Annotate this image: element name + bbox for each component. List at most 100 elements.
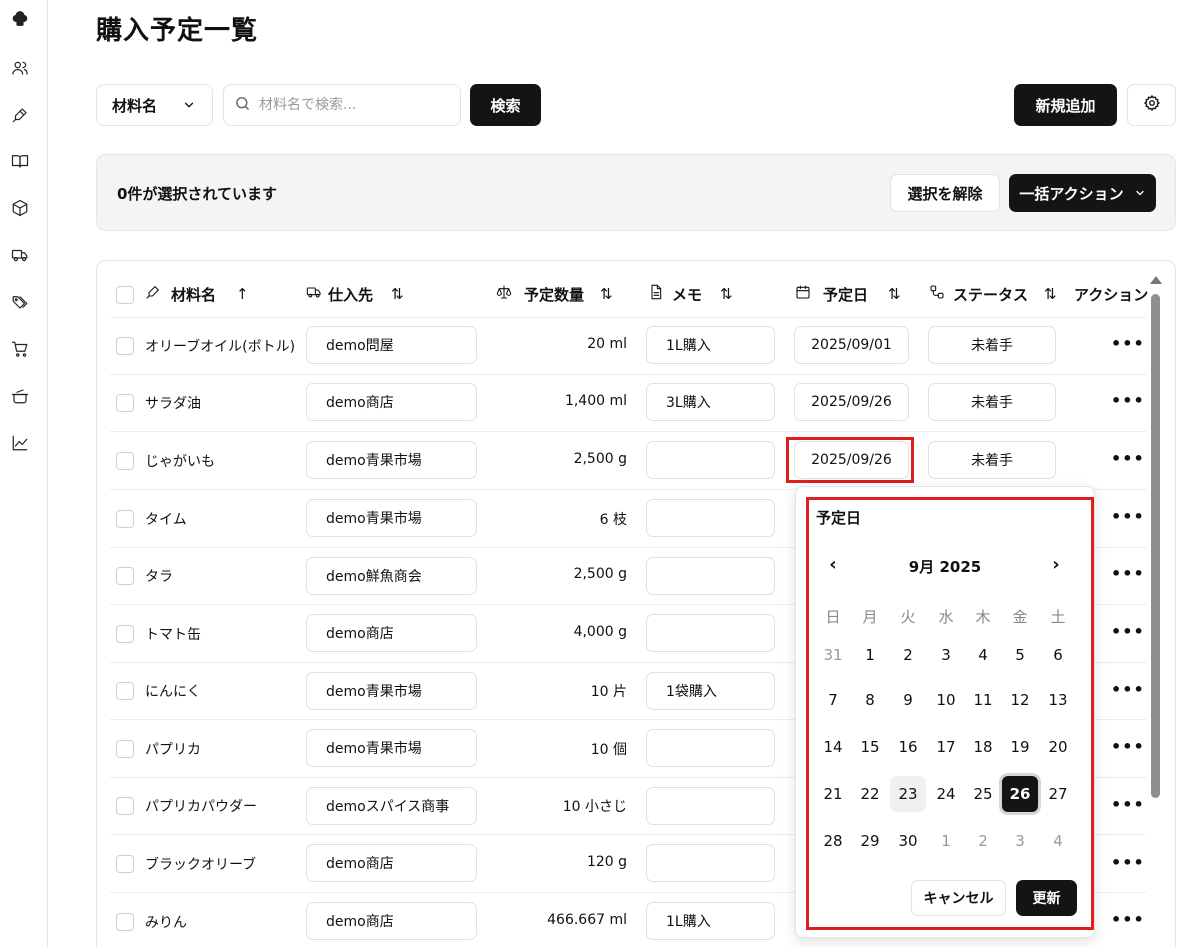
calendar-day[interactable]: 28: [815, 823, 851, 859]
calendar-day[interactable]: 2: [890, 637, 926, 673]
chart-icon[interactable]: [10, 433, 30, 453]
memo-field[interactable]: [646, 787, 775, 825]
supplier-field[interactable]: demo商店: [306, 614, 477, 652]
row-checkbox[interactable]: [116, 913, 134, 931]
field-select[interactable]: 材料名: [96, 84, 213, 126]
search-input[interactable]: [259, 97, 439, 113]
calendar-day[interactable]: 2: [965, 823, 1001, 859]
calendar-day[interactable]: 15: [852, 729, 888, 765]
book-icon[interactable]: [10, 151, 30, 171]
bulk-action-button[interactable]: 一括アクション: [1009, 174, 1156, 212]
calendar-day[interactable]: 1: [852, 637, 888, 673]
row-checkbox[interactable]: [116, 855, 134, 873]
calendar-day[interactable]: 9: [890, 682, 926, 718]
users-icon[interactable]: [10, 58, 30, 78]
tags-icon[interactable]: [10, 292, 30, 312]
memo-field[interactable]: 1L購入: [646, 326, 775, 364]
calendar-day[interactable]: 21: [815, 776, 851, 812]
calendar-day[interactable]: 20: [1040, 729, 1076, 765]
calendar-day[interactable]: 18: [965, 729, 1001, 765]
supplier-field[interactable]: demo青果市場: [306, 729, 477, 767]
calendar-day[interactable]: 31: [815, 637, 851, 673]
calendar-day[interactable]: 3: [928, 637, 964, 673]
calendar-day[interactable]: 13: [1040, 682, 1076, 718]
more-icon[interactable]: •••: [1111, 795, 1145, 814]
memo-field[interactable]: [646, 729, 775, 767]
more-icon[interactable]: •••: [1111, 853, 1145, 872]
status-field[interactable]: 未着手: [928, 326, 1056, 364]
status-field[interactable]: 未着手: [928, 441, 1056, 479]
calendar-day[interactable]: 25: [965, 776, 1001, 812]
calendar-day[interactable]: 29: [852, 823, 888, 859]
supplier-field[interactable]: demo商店: [306, 383, 477, 421]
more-icon[interactable]: •••: [1111, 449, 1145, 468]
calendar-day[interactable]: 30: [890, 823, 926, 859]
box-icon[interactable]: [10, 198, 30, 218]
row-checkbox[interactable]: [116, 625, 134, 643]
more-icon[interactable]: •••: [1111, 334, 1145, 353]
calendar-day[interactable]: 6: [1040, 637, 1076, 673]
more-icon[interactable]: •••: [1111, 564, 1145, 583]
calendar-day[interactable]: 1: [928, 823, 964, 859]
header-memo[interactable]: メモ ⇅: [648, 282, 733, 306]
more-icon[interactable]: •••: [1111, 391, 1145, 410]
header-status[interactable]: ステータス ⇅: [929, 282, 1057, 306]
calendar-day[interactable]: 16: [890, 729, 926, 765]
row-checkbox[interactable]: [116, 740, 134, 758]
supplier-field[interactable]: demo問屋: [306, 326, 477, 364]
supplier-field[interactable]: demo青果市場: [306, 499, 477, 537]
clear-selection-button[interactable]: 選択を解除: [890, 174, 1000, 212]
more-icon[interactable]: •••: [1111, 507, 1145, 526]
date-field[interactable]: 2025/09/26: [794, 383, 909, 421]
memo-field[interactable]: [646, 499, 775, 537]
more-icon[interactable]: •••: [1111, 622, 1145, 641]
calendar-day[interactable]: 7: [815, 682, 851, 718]
memo-field[interactable]: [646, 844, 775, 882]
memo-field[interactable]: [646, 614, 775, 652]
calendar-day[interactable]: 12: [1002, 682, 1038, 718]
search-button[interactable]: 検索: [470, 84, 541, 126]
update-button[interactable]: 更新: [1016, 880, 1077, 916]
calendar-day-selected[interactable]: 26: [1002, 776, 1038, 812]
chef-hat-icon[interactable]: [10, 10, 30, 30]
header-qty[interactable]: 予定数量 ⇅: [496, 282, 613, 306]
cart-icon[interactable]: [10, 339, 30, 359]
calendar-day[interactable]: 19: [1002, 729, 1038, 765]
memo-field[interactable]: [646, 557, 775, 595]
calendar-day[interactable]: 24: [928, 776, 964, 812]
calendar-day[interactable]: 11: [965, 682, 1001, 718]
pot-icon[interactable]: [10, 386, 30, 406]
truck-icon[interactable]: [10, 245, 30, 265]
supplier-field[interactable]: demoスパイス商事: [306, 787, 477, 825]
more-icon[interactable]: •••: [1111, 680, 1145, 699]
row-checkbox[interactable]: [116, 510, 134, 528]
pen-icon[interactable]: [10, 105, 30, 125]
calendar-day[interactable]: 8: [852, 682, 888, 718]
supplier-field[interactable]: demo商店: [306, 902, 477, 940]
row-checkbox[interactable]: [116, 567, 134, 585]
search-box[interactable]: [223, 84, 461, 126]
date-field[interactable]: 2025/09/01: [794, 326, 909, 364]
more-icon[interactable]: •••: [1111, 737, 1145, 756]
cancel-button[interactable]: キャンセル: [911, 880, 1006, 916]
calendar-day[interactable]: 4: [965, 637, 1001, 673]
add-new-button[interactable]: 新規追加: [1014, 84, 1117, 126]
row-checkbox[interactable]: [116, 394, 134, 412]
header-supplier[interactable]: 仕入先 ⇅: [306, 282, 404, 306]
select-all-checkbox[interactable]: [116, 286, 134, 304]
scroll-up-arrow[interactable]: [1150, 276, 1162, 284]
header-date[interactable]: 予定日 ⇅: [795, 282, 901, 306]
calendar-day[interactable]: 22: [852, 776, 888, 812]
calendar-day-today[interactable]: 23: [890, 776, 926, 812]
memo-field[interactable]: 1L購入: [646, 902, 775, 940]
row-checkbox[interactable]: [116, 337, 134, 355]
row-checkbox[interactable]: [116, 682, 134, 700]
calendar-day[interactable]: 5: [1002, 637, 1038, 673]
calendar-day[interactable]: 27: [1040, 776, 1076, 812]
memo-field[interactable]: [646, 441, 775, 479]
prev-month-icon[interactable]: ‹: [823, 554, 843, 575]
memo-field[interactable]: 1袋購入: [646, 672, 775, 710]
row-checkbox[interactable]: [116, 797, 134, 815]
supplier-field[interactable]: demo青果市場: [306, 672, 477, 710]
scrollbar-thumb[interactable]: [1151, 294, 1160, 798]
